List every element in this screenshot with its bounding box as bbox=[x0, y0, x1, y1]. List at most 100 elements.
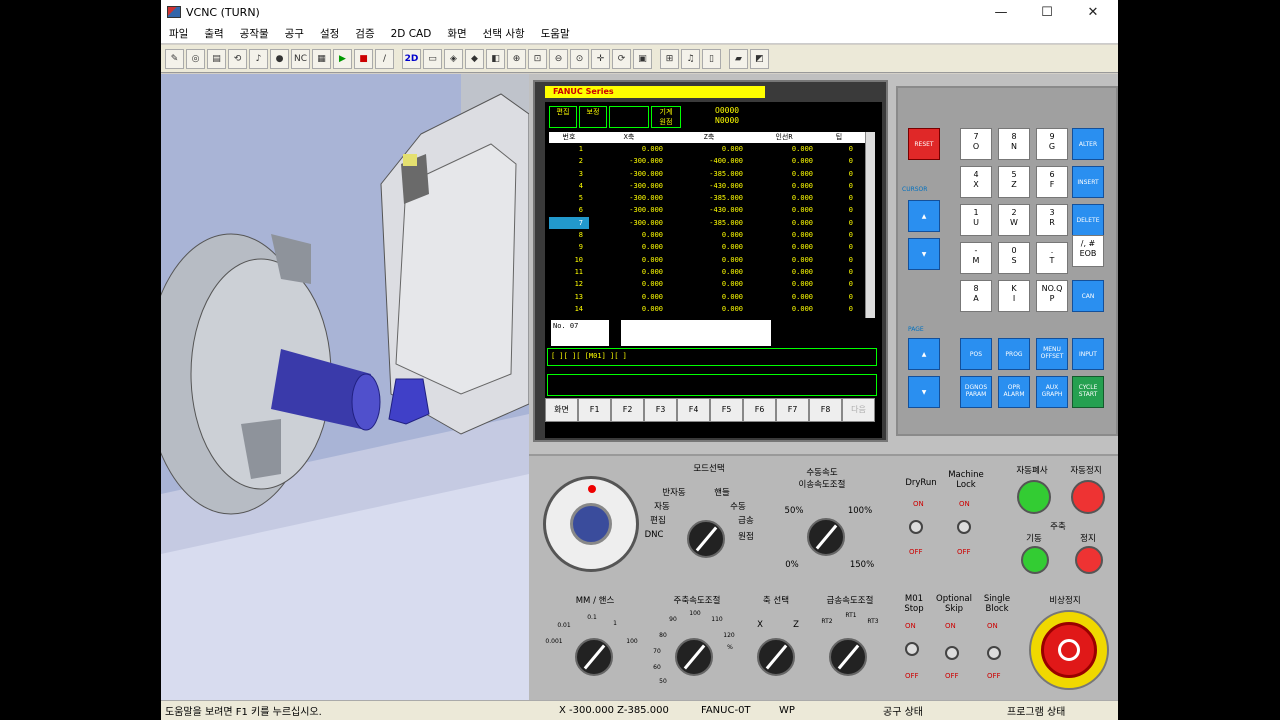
keypad-key[interactable]: 5 Z bbox=[998, 166, 1030, 198]
emergency-stop-button[interactable] bbox=[1029, 610, 1109, 690]
table-row[interactable]: 4 -300.000 -430.000 0.000 0 bbox=[549, 180, 875, 192]
keypad-key[interactable]: 2 W bbox=[998, 204, 1030, 236]
ball-icon[interactable]: ● bbox=[270, 48, 289, 69]
keypad-key[interactable]: 4 X bbox=[960, 166, 992, 198]
keypad-key[interactable]: 0 S bbox=[998, 242, 1030, 274]
menu-verify[interactable]: 검증 bbox=[347, 26, 382, 41]
zoom-in-icon[interactable]: ⊕ bbox=[507, 48, 526, 69]
axis-select-knob[interactable] bbox=[757, 638, 795, 676]
softkey-f2[interactable]: F2 bbox=[611, 398, 644, 422]
function-key[interactable]: MENU OFFSET bbox=[1036, 338, 1068, 370]
input-number[interactable]: No. 07 bbox=[551, 320, 609, 346]
tool-icon[interactable]: ✎ bbox=[165, 48, 184, 69]
auto-run-button[interactable] bbox=[1017, 480, 1051, 514]
page-up-button[interactable]: ▲ bbox=[908, 338, 940, 370]
menu-tool[interactable]: 공구 bbox=[277, 26, 312, 41]
open-icon[interactable]: ▤ bbox=[207, 48, 226, 69]
machine-lock-toggle[interactable] bbox=[957, 520, 971, 534]
keypad-key[interactable]: 8 A bbox=[960, 280, 992, 312]
optional-skip-toggle[interactable] bbox=[945, 646, 959, 660]
table-scrollbar[interactable] bbox=[865, 132, 875, 318]
menu-settings[interactable]: 설정 bbox=[312, 26, 347, 41]
table-row[interactable]: 14 0.000 0.000 0.000 0 bbox=[549, 303, 875, 315]
function-key[interactable]: ALTER bbox=[1072, 128, 1104, 160]
minimize-icon[interactable]: — bbox=[978, 0, 1024, 24]
keypad-key[interactable]: . T bbox=[1036, 242, 1068, 274]
zoom-fit-icon[interactable]: ⊙ bbox=[570, 48, 589, 69]
zoom-out-icon[interactable]: ⊖ bbox=[549, 48, 568, 69]
spindle-forward-button[interactable] bbox=[1021, 546, 1049, 574]
mm-handle-knob[interactable] bbox=[575, 638, 613, 676]
softkey-next[interactable]: 다음 bbox=[842, 398, 875, 422]
softkey-f5[interactable]: F5 bbox=[710, 398, 743, 422]
softkey-screen[interactable]: 화면 bbox=[545, 398, 578, 422]
input-buffer[interactable] bbox=[621, 320, 771, 346]
single-block-toggle[interactable] bbox=[987, 646, 1001, 660]
menu-2dcad[interactable]: 2D CAD bbox=[383, 28, 440, 40]
menu-output[interactable]: 출력 bbox=[196, 26, 231, 41]
keypad-key[interactable]: K I bbox=[998, 280, 1030, 312]
keypad-key[interactable]: 1 U bbox=[960, 204, 992, 236]
page-down-button[interactable]: ▼ bbox=[908, 376, 940, 408]
softkey-f6[interactable]: F6 bbox=[743, 398, 776, 422]
table-row[interactable]: 1 0.000 0.000 0.000 0 bbox=[549, 143, 875, 155]
maximize-icon[interactable]: ☐ bbox=[1024, 0, 1070, 24]
feed-override-knob[interactable] bbox=[807, 518, 845, 556]
chart-icon[interactable]: ▦ bbox=[312, 48, 331, 69]
view-cube-icon[interactable]: ◆ bbox=[465, 48, 484, 69]
holder-icon[interactable]: ♪ bbox=[249, 48, 268, 69]
mode-select-knob[interactable] bbox=[687, 520, 725, 558]
folder-icon[interactable]: ▰ bbox=[729, 48, 748, 69]
zoom-window-icon[interactable]: ⊡ bbox=[528, 48, 547, 69]
table-row[interactable]: 7 -300.000 -385.000 0.000 0 bbox=[549, 216, 875, 230]
menu-help[interactable]: 도움말 bbox=[533, 26, 578, 41]
table-row[interactable]: 13 0.000 0.000 0.000 0 bbox=[549, 291, 875, 303]
measure-icon[interactable]: ⊞ bbox=[660, 48, 679, 69]
keypad-key[interactable]: NO.Q P bbox=[1036, 280, 1068, 312]
cursor-down-button[interactable]: ▼ bbox=[908, 238, 940, 270]
keypad-key[interactable]: - M bbox=[960, 242, 992, 274]
dryrun-toggle[interactable] bbox=[909, 520, 923, 534]
table-row[interactable]: 12 0.000 0.000 0.000 0 bbox=[549, 278, 875, 290]
cursor-up-button[interactable]: ▲ bbox=[908, 200, 940, 232]
mode-edit[interactable]: 편집 bbox=[549, 106, 577, 128]
softkey-f7[interactable]: F7 bbox=[776, 398, 809, 422]
rotate-icon[interactable]: ⟲ bbox=[228, 48, 247, 69]
function-key[interactable]: POS bbox=[960, 338, 992, 370]
workpiece-icon[interactable]: ◎ bbox=[186, 48, 205, 69]
table-row[interactable]: 6 -300.000 -430.000 0.000 0 bbox=[549, 204, 875, 216]
sound-icon[interactable]: ♫ bbox=[681, 48, 700, 69]
keypad-key[interactable]: 8 N bbox=[998, 128, 1030, 160]
view-side-icon[interactable]: ◧ bbox=[486, 48, 505, 69]
pen-icon[interactable]: / bbox=[375, 48, 394, 69]
function-key[interactable]: INSERT bbox=[1072, 166, 1104, 198]
table-row[interactable]: 11 0.000 0.000 0.000 0 bbox=[549, 266, 875, 278]
spindle-speed-knob[interactable] bbox=[675, 638, 713, 676]
mode-offset[interactable]: 보정 bbox=[579, 106, 607, 128]
view-front-icon[interactable]: ▭ bbox=[423, 48, 442, 69]
table-row[interactable]: 5 -300.000 -385.000 0.000 0 bbox=[549, 192, 875, 204]
sim-icon[interactable]: ▣ bbox=[633, 48, 652, 69]
document-icon[interactable]: ▯ bbox=[702, 48, 721, 69]
softkey-f4[interactable]: F4 bbox=[677, 398, 710, 422]
reset-button[interactable]: RESET bbox=[908, 128, 940, 160]
eob-key[interactable]: /, # EOB bbox=[1072, 235, 1104, 267]
menu-options[interactable]: 선택 사항 bbox=[475, 26, 533, 41]
auto-stop-button[interactable] bbox=[1071, 480, 1105, 514]
function-key[interactable]: OPR ALARM bbox=[998, 376, 1030, 408]
menu-view[interactable]: 화면 bbox=[439, 26, 474, 41]
function-key[interactable]: DELETE bbox=[1072, 204, 1104, 236]
stop-icon[interactable]: ■ bbox=[354, 48, 373, 69]
keypad-key[interactable]: 7 O bbox=[960, 128, 992, 160]
close-icon[interactable]: ✕ bbox=[1070, 0, 1116, 24]
table-row[interactable]: 2 -300.000 -400.000 0.000 0 bbox=[549, 155, 875, 167]
3d-lathe-viewport[interactable] bbox=[161, 74, 529, 700]
mode-home[interactable]: 기계 원점 bbox=[651, 106, 681, 128]
function-key[interactable]: DGNOS PARAM bbox=[960, 376, 992, 408]
rotate-view-icon[interactable]: ⟳ bbox=[612, 48, 631, 69]
nc-button[interactable]: NC bbox=[291, 48, 310, 69]
export-icon[interactable]: ◩ bbox=[750, 48, 769, 69]
table-row[interactable]: 8 0.000 0.000 0.000 0 bbox=[549, 229, 875, 241]
rapid-override-knob[interactable] bbox=[829, 638, 867, 676]
keypad-key[interactable]: 3 R bbox=[1036, 204, 1068, 236]
